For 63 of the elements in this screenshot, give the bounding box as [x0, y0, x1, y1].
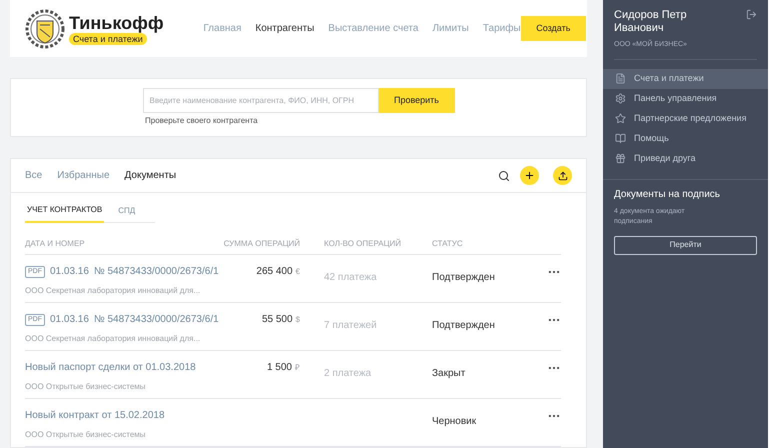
sum-amount: 1 500 [266, 361, 292, 375]
company-name: ООО Секретная лаборатория инноваций для... [25, 333, 202, 345]
payment-count: 2 платежа [324, 368, 372, 379]
nav-link[interactable]: Контрагенты [255, 21, 314, 36]
document-date: 01.03.16 [50, 265, 89, 279]
sidebar-item[interactable]: Помощь [603, 128, 768, 148]
gear-icon [615, 93, 626, 104]
sum-amount: 265 400 [256, 265, 293, 279]
column-header: СУММА ОПЕРАЦИЙ [222, 238, 300, 250]
nav-link[interactable]: Лимиты [432, 21, 469, 36]
search-icon[interactable] [498, 170, 510, 182]
subtab[interactable]: УЧЕТ КОНТРАКТОВ [25, 199, 104, 223]
currency-sign: € [296, 266, 300, 278]
product-badge: Счета и платежи [69, 32, 147, 44]
payment-count: 42 платежа [324, 272, 377, 283]
payment-count: 7 платежей [324, 320, 377, 331]
brand-name: Тинькофф [69, 12, 164, 32]
nav-link[interactable]: Главная [203, 21, 242, 36]
status-text: Подтвержден [432, 272, 495, 283]
create-button[interactable]: Создать [520, 16, 586, 41]
company-name: ООО Открытые бизнес-системы [25, 381, 147, 393]
nav-link[interactable]: Тарифы [482, 21, 521, 36]
search-field[interactable]: Введите наименование контрагента, ФИО, ИНН, ОГРН [142, 88, 378, 113]
document-icon [615, 73, 626, 84]
document-title[interactable]: № 54873433/0000/2673/6/1 [94, 312, 219, 327]
status-text: Закрыт [432, 368, 466, 379]
upload-icon [558, 170, 568, 180]
company-name: ООО Открытые бизнес-системы [25, 429, 147, 441]
document-date: 01.03.16 [50, 313, 89, 327]
status-text: Черновик [432, 416, 476, 427]
plus-icon [524, 170, 535, 181]
sidebar-item[interactable]: Приведи друга [603, 148, 768, 168]
company-name: ООО Секретная лаборатория инноваций для... [25, 285, 202, 297]
logout-icon[interactable] [746, 9, 757, 20]
add-button[interactable] [520, 166, 539, 185]
currency-sign: ₽ [295, 362, 300, 374]
emblem-icon [25, 8, 65, 48]
upload-button[interactable] [553, 166, 572, 185]
star-icon [615, 113, 626, 124]
nav-link[interactable]: Выставление счета [328, 21, 418, 36]
sign-title: Документы на подпись [613, 188, 721, 202]
column-header: ДАТА И НОМЕР [25, 238, 86, 250]
sidebar-item[interactable]: Счета и платежи [603, 68, 768, 88]
tab[interactable]: Документы [124, 168, 176, 183]
currency-sign: $ [296, 314, 300, 326]
tab[interactable]: Избранные [57, 168, 110, 183]
document-title[interactable]: Новый контракт от 15.02.2018 [25, 408, 165, 423]
go-button[interactable]: Перейти [614, 236, 757, 254]
user-name: Сидоров Петр Иванович [614, 9, 688, 35]
sum-amount: 55 500 [262, 313, 293, 327]
check-button[interactable]: Проверить [378, 88, 454, 113]
subtab[interactable]: СПД [116, 199, 138, 223]
status-text: Подтвержден [432, 320, 495, 331]
gift-icon [615, 153, 626, 164]
column-header: СТАТУС [432, 238, 463, 250]
sidebar-item[interactable]: Панель управления [603, 88, 768, 108]
document-title[interactable]: Новый паспорт сделки от 01.03.2018 [25, 360, 196, 375]
document-title[interactable]: № 54873433/0000/2673/6/1 [94, 264, 219, 279]
book-icon [615, 133, 626, 144]
sidebar-item[interactable]: Партнерские предложения [603, 108, 768, 128]
hint-text: Проверьте своего контрагента [145, 115, 258, 127]
column-header: КОЛ-ВО ОПЕРАЦИЙ [324, 238, 402, 250]
tab[interactable]: Все [25, 168, 42, 183]
